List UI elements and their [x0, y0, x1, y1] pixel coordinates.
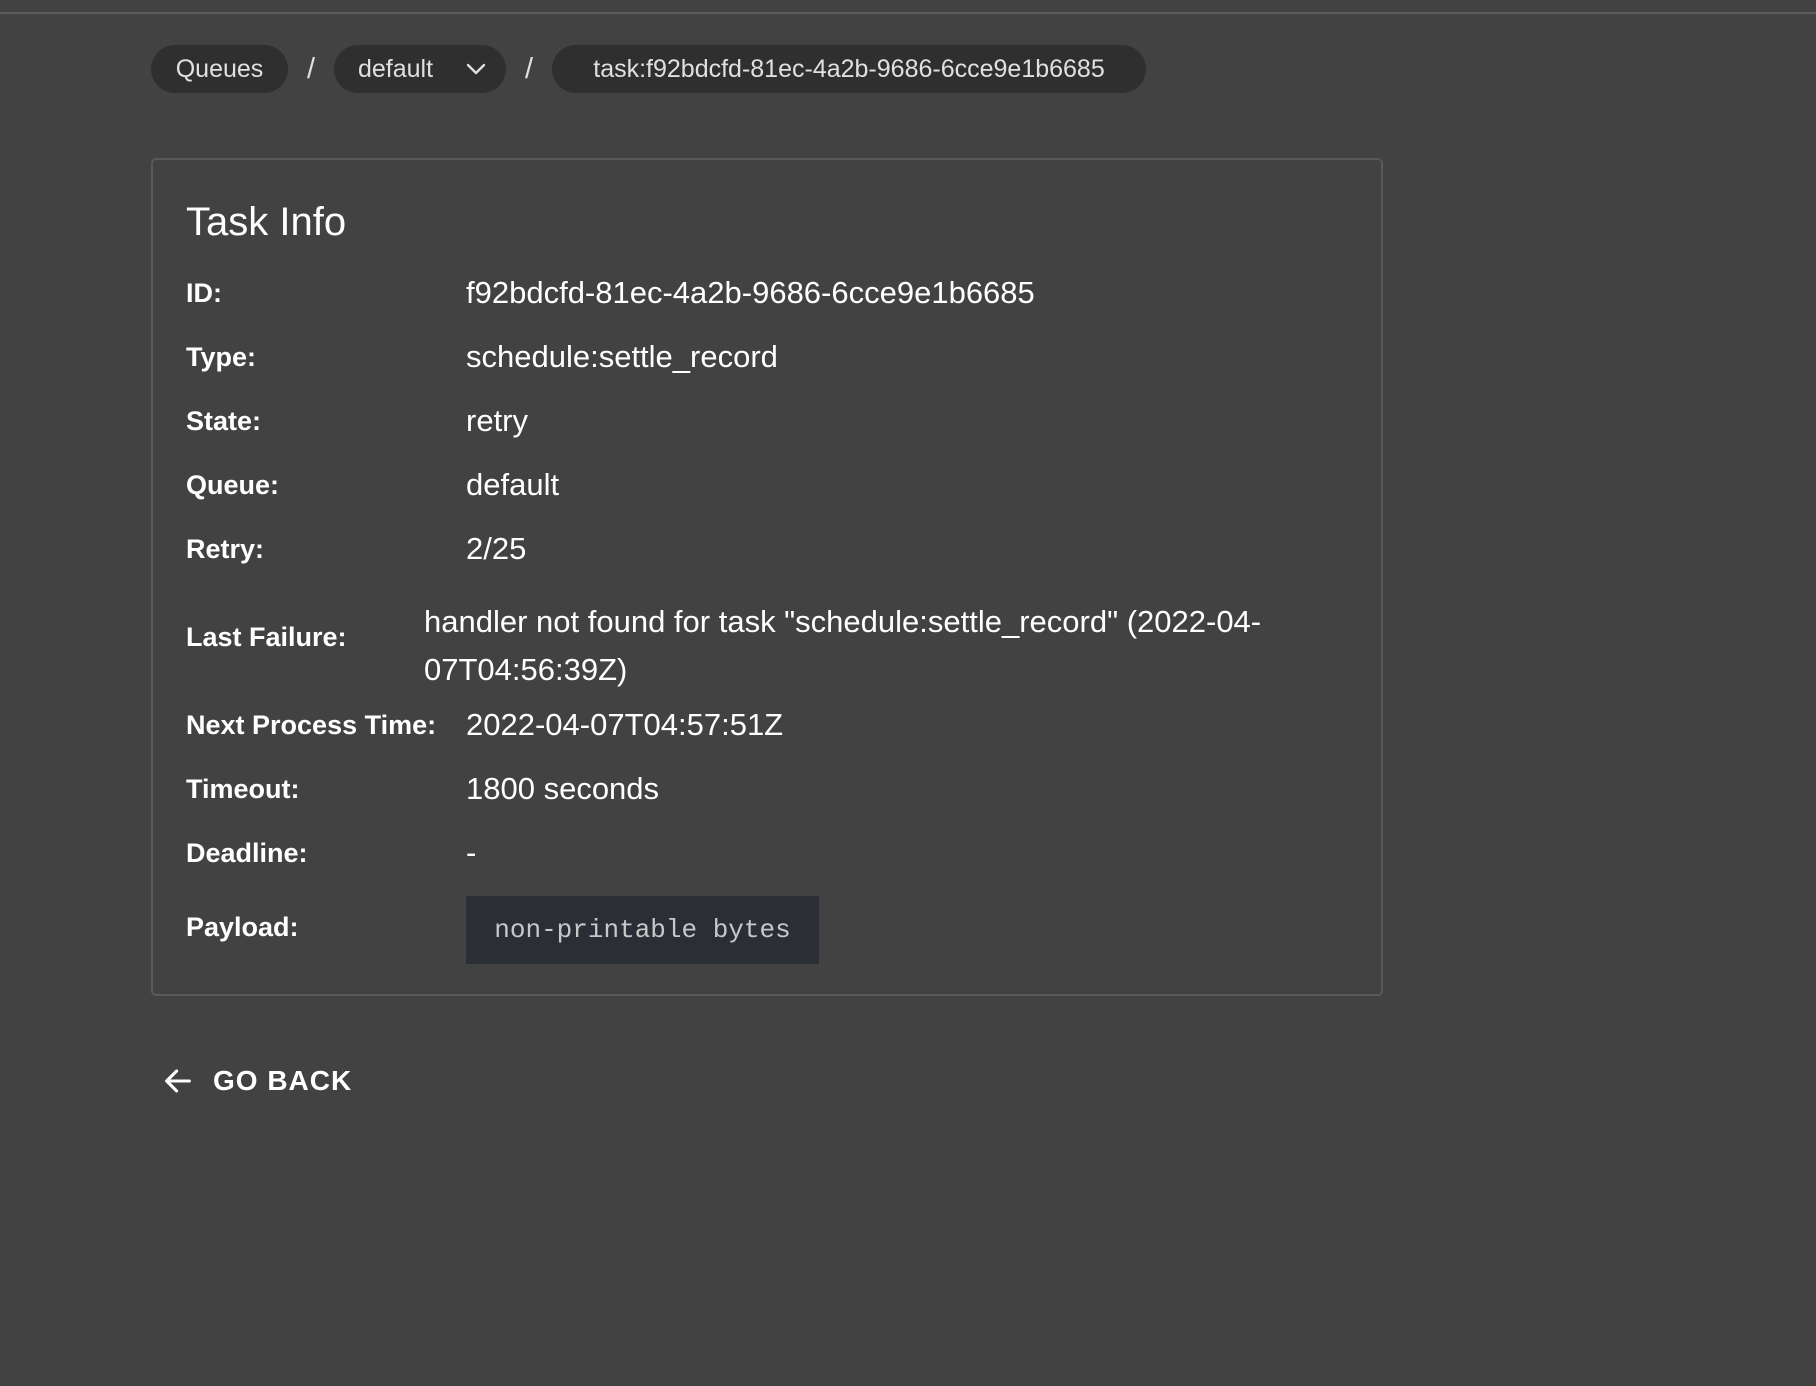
type-label: Type:	[186, 342, 257, 372]
breadcrumb-separator: /	[524, 52, 534, 85]
go-back-label: GO BACK	[213, 1065, 353, 1096]
queue-label: Queue:	[186, 470, 280, 500]
breadcrumb-queue-dropdown[interactable]: default	[334, 45, 506, 93]
state-label: State:	[186, 406, 262, 436]
last-failure-value: handler not found for task "schedule:set…	[424, 604, 1262, 687]
breadcrumb-queues-label: Queues	[175, 54, 264, 83]
breadcrumb-separator: /	[306, 52, 316, 85]
breadcrumb-task-label: task:f92bdcfd-81ec-4a2b-9686-6cce9e1b668…	[593, 54, 1105, 83]
payload-value: non-printable bytes	[494, 915, 791, 945]
type-value: schedule:settle_record	[466, 339, 778, 374]
top-divider	[0, 12, 1816, 14]
deadline-value: -	[466, 835, 477, 870]
timeout-value: 1800 seconds	[466, 771, 660, 806]
next-process-time-value: 2022-04-07T04:57:51Z	[466, 707, 784, 742]
go-back-button[interactable]: GO BACK	[161, 1059, 352, 1103]
id-label: ID:	[186, 278, 222, 308]
retry-value: 2/25	[466, 531, 527, 566]
next-process-time-label: Next Process Time:	[186, 710, 437, 740]
breadcrumb-queues-link[interactable]: Queues	[151, 45, 288, 93]
breadcrumb-queue-label: default	[358, 54, 434, 83]
last-failure-label: Last Failure:	[186, 622, 347, 652]
payload-code-block: non-printable bytes	[466, 896, 819, 964]
payload-label: Payload:	[186, 912, 299, 942]
arrow-left-icon	[161, 1064, 195, 1098]
queue-value: default	[466, 467, 560, 502]
deadline-label: Deadline:	[186, 838, 308, 868]
retry-label: Retry:	[186, 534, 265, 564]
state-value: retry	[466, 403, 528, 438]
breadcrumb-task-chip[interactable]: task:f92bdcfd-81ec-4a2b-9686-6cce9e1b668…	[552, 45, 1146, 93]
task-info-card: Task Info ID: f92bdcfd-81ec-4a2b-9686-6c…	[151, 158, 1383, 996]
breadcrumb: Queues / default / task:f92bdcfd-81ec-4a…	[151, 45, 1146, 93]
timeout-label: Timeout:	[186, 774, 300, 804]
chevron-down-icon	[464, 57, 488, 81]
id-value: f92bdcfd-81ec-4a2b-9686-6cce9e1b6685	[466, 275, 1035, 310]
task-info-title: Task Info	[186, 200, 347, 244]
